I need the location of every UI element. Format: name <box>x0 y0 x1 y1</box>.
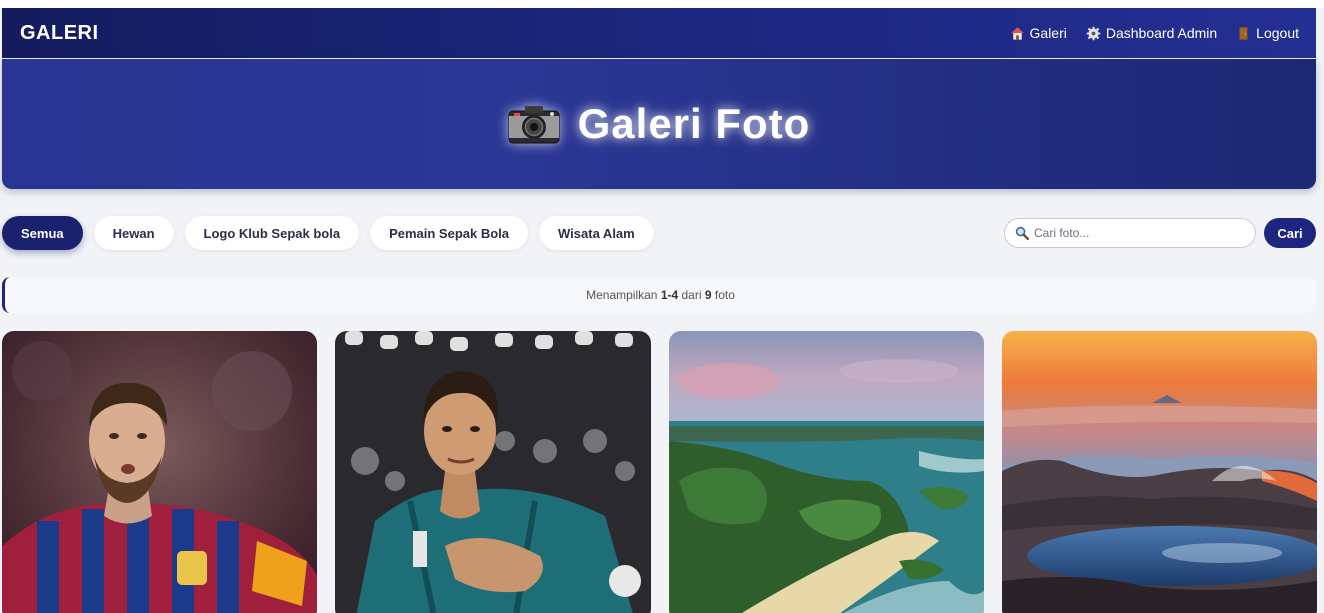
photo-card-4[interactable] <box>1002 331 1317 613</box>
camera-icon <box>508 106 560 144</box>
football-player-barcelona-photo <box>2 331 317 613</box>
result-middle: dari <box>681 288 702 302</box>
search-icon <box>1015 226 1029 240</box>
photo-card-1[interactable] <box>2 331 317 613</box>
hero-banner: Galeri Foto <box>2 59 1316 189</box>
filter-bar: Semua Hewan Logo Klub Sepak bola Pemain … <box>2 215 1316 251</box>
search-input[interactable] <box>1034 226 1234 240</box>
door-icon <box>1239 26 1248 40</box>
photo-card-2[interactable] <box>335 331 651 613</box>
brand-logo[interactable]: GALERI <box>20 22 99 45</box>
filter-chip-hewan[interactable]: Hewan <box>93 216 174 250</box>
result-info: Menampilkan 1-4 dari 9 foto <box>2 277 1316 313</box>
result-prefix: Menampilkan <box>586 288 658 302</box>
photo-grid <box>2 331 1318 613</box>
coastal-islands-landscape-photo <box>669 331 984 613</box>
hero-title: Galeri Foto <box>508 100 811 148</box>
search-box[interactable] <box>1004 218 1256 248</box>
photo-card-3[interactable] <box>669 331 984 613</box>
filter-chip-wisata-alam[interactable]: Wisata Alam <box>539 216 654 250</box>
result-total: 9 <box>704 288 712 302</box>
top-gap <box>0 0 1324 8</box>
nav-link-galeri[interactable]: Galeri <box>1010 25 1067 41</box>
result-range: 1-4 <box>660 288 679 302</box>
nav-link-label: Dashboard Admin <box>1105 25 1218 41</box>
filter-chip-pemain-sepak-bola[interactable]: Pemain Sepak Bola <box>370 216 529 250</box>
gear-icon <box>1086 26 1101 40</box>
nav-link-logout[interactable]: Logout <box>1236 25 1299 41</box>
filter-chip-logo-klub[interactable]: Logo Klub Sepak bola <box>184 216 360 250</box>
navbar: GALERI Galeri Dashboard Admin Logout <box>2 8 1316 58</box>
volcano-crater-lake-sunrise-photo <box>1002 331 1317 613</box>
nav-link-label: Galeri <box>1029 25 1067 41</box>
category-chips: Semua Hewan Logo Klub Sepak bola Pemain … <box>2 216 654 250</box>
house-icon <box>1010 26 1024 40</box>
search-form: Cari <box>1004 218 1316 248</box>
nav-link-label: Logout <box>1256 25 1299 41</box>
filter-chip-semua[interactable]: Semua <box>2 216 83 250</box>
nav-links: Galeri Dashboard Admin Logout <box>1010 25 1299 41</box>
nav-link-dashboard-admin[interactable]: Dashboard Admin <box>1086 25 1217 41</box>
hero-title-text: Galeri Foto <box>577 100 811 147</box>
result-suffix: foto <box>714 288 735 302</box>
search-button[interactable]: Cari <box>1264 218 1316 248</box>
football-player-madrid-photo <box>335 331 651 613</box>
